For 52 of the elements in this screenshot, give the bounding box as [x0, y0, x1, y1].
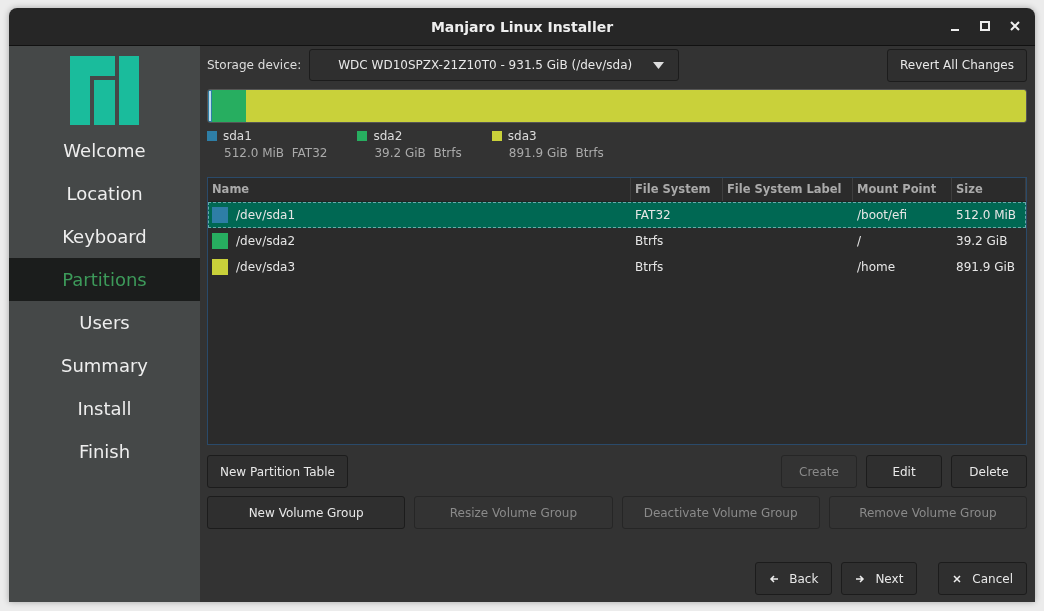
sidebar-item[interactable]: Users — [9, 301, 200, 344]
table-cell: /dev/sda2 — [236, 234, 296, 248]
partition-button[interactable]: New Partition Table — [207, 455, 348, 488]
table-cell: 891.9 GiB — [956, 260, 1016, 274]
window-title: Manjaro Linux Installer — [430, 18, 614, 35]
close-icon — [952, 573, 963, 584]
table-row[interactable]: /dev/sda2 Btrfs / 39.2 GiB — [208, 228, 1026, 254]
storage-device-dropdown[interactable]: WDC WD10SPZX-21Z10T0 - 931.5 GiB (/dev/sda) — [309, 49, 680, 81]
table-row[interactable]: /dev/sda1 FAT32 /boot/efi 512.0 MiB — [208, 202, 1026, 228]
table-cell: FAT32 — [635, 208, 671, 222]
sidebar-item[interactable]: Finish — [9, 430, 200, 473]
sidebar-item[interactable]: Welcome — [9, 129, 200, 172]
partition-button[interactable]: Edit — [866, 455, 942, 488]
storage-device-label: Storage device: — [207, 58, 302, 72]
table-cell: 39.2 GiB — [956, 234, 1008, 248]
legend-label: sda3 — [507, 129, 537, 143]
column-header[interactable]: File System Label — [723, 178, 853, 201]
column-header[interactable]: File System — [631, 178, 723, 201]
sidebar-item[interactable]: Location — [9, 172, 200, 215]
sidebar-item[interactable]: Partitions — [9, 258, 200, 301]
column-header[interactable]: Name — [208, 178, 631, 201]
next-button[interactable]: Next — [841, 562, 918, 595]
table-cell: Btrfs — [635, 234, 664, 248]
table-cell: /dev/sda3 — [236, 260, 296, 274]
partition-button[interactable]: Delete — [951, 455, 1027, 488]
sidebar-item[interactable]: Summary — [9, 344, 200, 387]
table-cell: /home — [857, 260, 896, 274]
column-header[interactable]: Size — [952, 178, 1026, 201]
legend-label: sda2 — [373, 129, 403, 143]
table-cell: Btrfs — [635, 260, 664, 274]
close-icon[interactable] — [1009, 20, 1021, 32]
revert-all-changes-button[interactable]: Revert All Changes — [887, 48, 1027, 82]
volume-button[interactable]: New Volume Group — [207, 496, 406, 529]
table-cell: /boot/efi — [857, 208, 908, 222]
legend-detail: 891.9 GiB Btrfs — [508, 146, 604, 160]
table-cell: / — [857, 234, 862, 248]
cancel-button[interactable]: Cancel — [938, 562, 1027, 595]
table-row[interactable]: /dev/sda3 Btrfs /home 891.9 GiB — [208, 254, 1026, 280]
legend-detail: 39.2 GiB Btrfs — [374, 146, 462, 160]
sidebar-item[interactable]: Install — [9, 387, 200, 430]
table-cell: 512.0 MiB — [956, 208, 1017, 222]
maximize-icon[interactable] — [979, 20, 991, 32]
left-arrow-icon — [769, 573, 780, 584]
right-arrow-icon — [855, 573, 866, 584]
sidebar-item[interactable]: Keyboard — [9, 215, 200, 258]
legend-label: sda1 — [223, 129, 252, 143]
back-button[interactable]: Back — [755, 562, 833, 595]
legend-detail: 512.0 MiB FAT32 — [224, 146, 328, 160]
dropdown-arrow-icon — [653, 61, 665, 69]
column-header[interactable]: Mount Point — [853, 178, 952, 201]
table-cell: /dev/sda1 — [236, 208, 296, 222]
logo-icon — [70, 56, 139, 125]
